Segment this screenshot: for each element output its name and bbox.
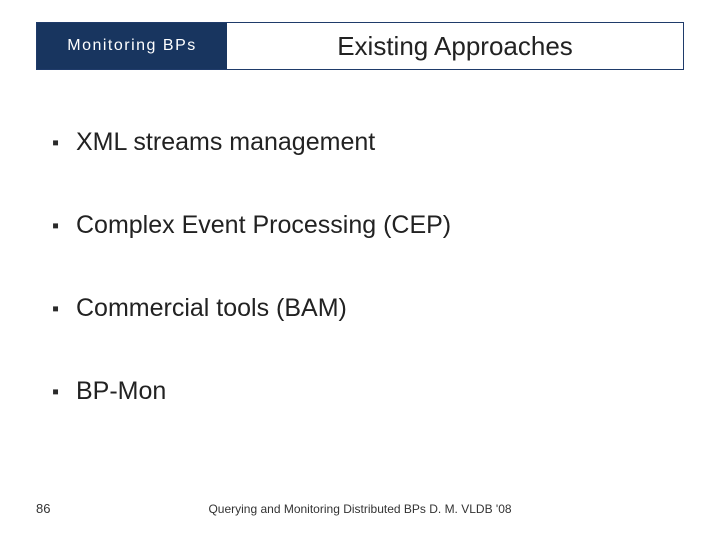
footer-text: Querying and Monitoring Distributed BPs … [0,502,720,516]
list-item: ▪ Complex Event Processing (CEP) [52,211,668,240]
title-bar: Monitoring BPs Existing Approaches [36,22,684,70]
bullet-marker-icon: ▪ [52,216,62,236]
title-main-text: Existing Approaches [337,31,573,62]
title-tab-text: Monitoring BPs [67,37,197,55]
bullet-text: Complex Event Processing (CEP) [76,211,451,240]
bullet-marker-icon: ▪ [52,382,62,402]
bullet-text: XML streams management [76,128,375,157]
title-tab: Monitoring BPs [37,23,227,69]
bullet-text: BP-Mon [76,377,166,406]
bullet-marker-icon: ▪ [52,133,62,153]
title-main: Existing Approaches [227,23,683,69]
list-item: ▪ XML streams management [52,128,668,157]
bullet-marker-icon: ▪ [52,299,62,319]
bullet-text: Commercial tools (BAM) [76,294,347,323]
list-item: ▪ Commercial tools (BAM) [52,294,668,323]
list-item: ▪ BP-Mon [52,377,668,406]
bullet-list: ▪ XML streams management ▪ Complex Event… [52,128,668,460]
slide: Monitoring BPs Existing Approaches ▪ XML… [0,0,720,540]
